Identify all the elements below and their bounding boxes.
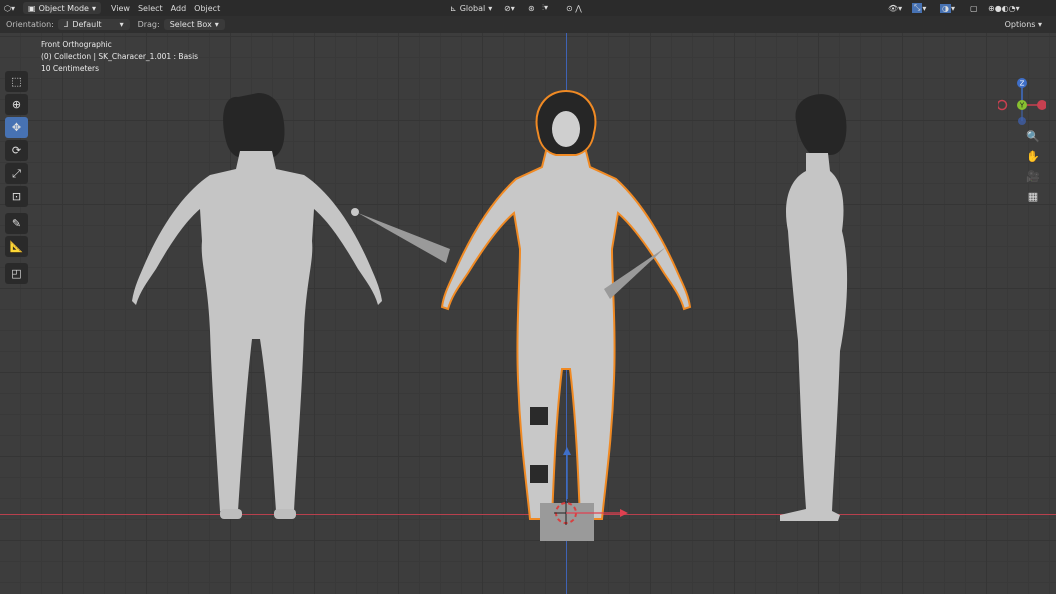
chevron-down-icon: ▾: [488, 3, 493, 13]
transform-orientation-dropdown[interactable]: ⊾ Global ▾: [446, 0, 496, 16]
navigation-controls: 🔍 ✋ 🎥 ▦: [1024, 128, 1042, 204]
axes-icon: ⅃: [63, 20, 69, 29]
orientation-option-value: Default: [72, 20, 102, 29]
chevron-down-icon: ▾: [91, 3, 96, 13]
drag-option-label: Drag:: [137, 20, 160, 29]
neg-x-axis-handle: [998, 99, 1008, 111]
grid-scale: 10 Centimeters: [41, 64, 100, 73]
measure-icon[interactable]: 📐: [5, 236, 28, 257]
camera-view-icon[interactable]: 🎥: [1024, 168, 1042, 184]
transform-icon[interactable]: ⊡: [5, 186, 28, 207]
neg-z-axis-handle: [1018, 117, 1026, 125]
orientation-option-label: Orientation:: [6, 20, 54, 29]
orientation-icon: ⊾: [450, 3, 457, 13]
xray-icon[interactable]: ▢: [966, 0, 982, 16]
header-bar: ⬡▾ ▣ Object Mode ▾ View Select Add Objec…: [0, 0, 1056, 16]
character-side-view[interactable]: [772, 91, 872, 521]
chevron-down-icon: ▾: [214, 20, 219, 29]
axis-navigation-gizmo[interactable]: Z Y: [998, 71, 1046, 125]
z-axis-label: Z: [1020, 80, 1025, 88]
pan-hand-icon[interactable]: ✋: [1024, 148, 1042, 164]
options-label: Options: [1004, 20, 1036, 29]
menu-add[interactable]: Add: [167, 0, 191, 16]
shading-modes-icon[interactable]: ⊕●◐◔▾: [984, 0, 1024, 16]
drag-option-value: Select Box: [169, 20, 212, 29]
collection-info: (0) Collection | SK_Characer_1.001 : Bas…: [41, 52, 199, 61]
bone-right-arm[interactable]: [600, 245, 672, 301]
gizmo-toggle-icon[interactable]: ⤡ ▾: [908, 0, 930, 16]
visibility-icon[interactable]: 👁▾: [884, 0, 906, 16]
options-dropdown[interactable]: Options ▾: [1005, 20, 1042, 29]
overlays-icon[interactable]: ◑ ▾: [936, 0, 959, 16]
x-axis-handle: [1037, 100, 1046, 110]
ortho-grid-icon[interactable]: ▦: [1024, 188, 1042, 204]
pivot-point-icon[interactable]: ⊘▾: [500, 0, 519, 16]
menu-object[interactable]: Object: [190, 0, 224, 16]
rotate-icon[interactable]: ⟳: [5, 140, 28, 161]
mode-dropdown[interactable]: ▣ Object Mode ▾: [23, 2, 101, 14]
menu-select[interactable]: Select: [134, 0, 167, 16]
editor-type-icon[interactable]: ⬡▾: [0, 0, 19, 16]
3d-viewport[interactable]: Front Orthographic (0) Collection | SK_C…: [0, 33, 1056, 594]
snap-target-icon[interactable]: ⫶▾: [538, 0, 552, 16]
y-axis-label: Y: [1019, 102, 1025, 110]
menu-view[interactable]: View: [107, 0, 134, 16]
bone-left-arm[interactable]: [350, 203, 460, 273]
chevron-down-icon: ▾: [1037, 20, 1042, 29]
viewport-info: Front Orthographic (0) Collection | SK_C…: [41, 39, 198, 75]
orientation-label: Global: [459, 3, 486, 13]
orientation-option-dropdown[interactable]: ⅃ Default ▾: [57, 19, 130, 30]
select-box-icon[interactable]: ⬚: [5, 71, 28, 92]
character-back-view[interactable]: [128, 91, 390, 523]
3d-cursor[interactable]: [538, 487, 628, 547]
tool-options-bar: Orientation: ⅃ Default ▾ Drag: Select Bo…: [0, 16, 1056, 34]
snap-icon[interactable]: ⊛: [524, 0, 539, 16]
cube-icon: ▣: [28, 3, 36, 13]
mode-label: Object Mode: [38, 3, 89, 13]
zoom-icon[interactable]: 🔍: [1024, 128, 1042, 144]
proportional-edit-icon[interactable]: ⊙ ⋀: [562, 0, 586, 16]
drag-option-dropdown[interactable]: Select Box ▾: [163, 19, 225, 30]
scale-icon[interactable]: ⤢: [5, 163, 28, 184]
z-move-arrow[interactable]: [560, 447, 574, 503]
cursor-icon[interactable]: ⊕: [5, 94, 28, 115]
add-cube-icon[interactable]: ◰: [5, 263, 28, 284]
view-name: Front Orthographic: [41, 40, 112, 49]
tool-shelf: ⬚ ⊕ ✥ ⟳ ⤢ ⊡ ✎ 📐 ◰: [5, 71, 30, 286]
chevron-down-icon: ▾: [119, 20, 124, 29]
move-icon[interactable]: ✥: [5, 117, 28, 138]
annotate-icon[interactable]: ✎: [5, 213, 28, 234]
